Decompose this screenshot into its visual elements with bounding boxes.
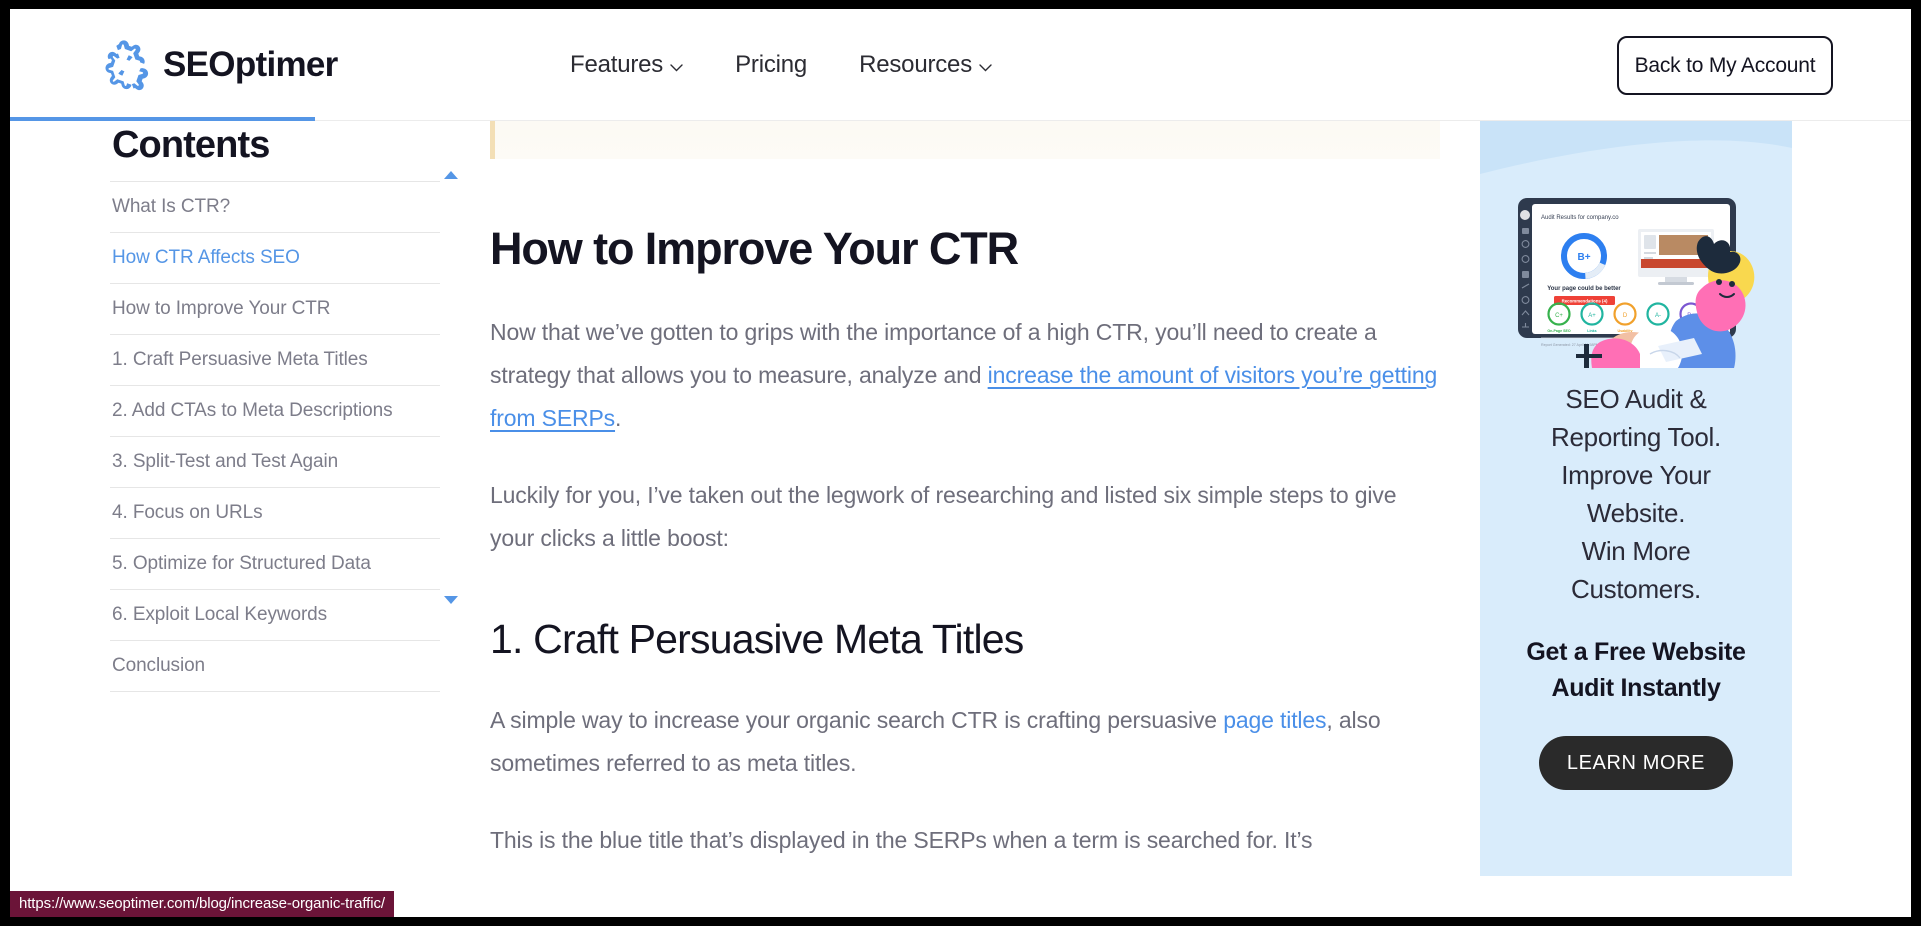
ad-headline: SEO Audit & Reporting Tool. Improve Your… [1551, 384, 1721, 604]
link-page-titles[interactable]: page titles [1223, 707, 1326, 733]
section-heading-how-to-improve-your-ctr: How to Improve Your CTR [490, 223, 1019, 274]
back-to-my-account-button[interactable]: Back to My Account [1617, 36, 1833, 95]
browser-viewport: SEOptimer Features Pricing Resources Bac… [10, 9, 1911, 917]
reading-progress-fill [10, 117, 315, 121]
svg-text:On-Page SEO: On-Page SEO [1547, 329, 1571, 333]
section-heading-craft-persuasive-meta-titles: 1. Craft Persuasive Meta Titles [490, 616, 1024, 662]
contents-heading: Contents [112, 124, 270, 166]
paragraph-six-steps: Luckily for you, I’ve taken out the legw… [490, 482, 1397, 551]
toc-item-how-to-improve-your-ctr[interactable]: How to Improve Your CTR [110, 283, 440, 334]
reading-progress-bar [10, 117, 1911, 121]
paragraph-meta-titles: A simple way to increase your organic se… [490, 699, 1440, 785]
chevron-down-icon [979, 64, 992, 72]
paragraph-blue-title: This is the blue title that’s displayed … [490, 827, 1313, 853]
paragraph-strategy-text-after: . [615, 405, 622, 431]
logo-wordmark: SEOptimer [163, 45, 338, 84]
svg-text:Audit Results for company.co: Audit Results for company.co [1541, 215, 1619, 221]
site-logo[interactable]: SEOptimer [98, 38, 338, 92]
svg-text:A-: A- [1655, 313, 1661, 319]
toc-item-conclusion[interactable]: Conclusion [110, 640, 440, 692]
paragraph-meta-titles-text-before: A simple way to increase your organic se… [490, 707, 1224, 733]
learn-more-button[interactable]: LEARN MORE [1539, 736, 1733, 790]
seoptimer-gear-logo-icon [105, 40, 149, 91]
page-body: Contents What Is CTR? How CTR Affects SE… [10, 81, 1911, 917]
toc-scroll-down-arrow-icon[interactable] [444, 596, 458, 604]
paragraph-strategy: Now that we’ve gotten to grips with the … [490, 311, 1440, 440]
toc-item-split-test-and-test-again[interactable]: 3. Split-Test and Test Again [110, 436, 440, 487]
primary-navigation: Features Pricing Resources [570, 9, 992, 121]
svg-text:D: D [1623, 313, 1628, 319]
ad-subheadline: Get a Free Website Audit Instantly [1526, 638, 1746, 702]
svg-text:Links: Links [1587, 329, 1596, 333]
seo-audit-dashboard-illustration: Audit Results for company.co B+ Your pag… [1480, 116, 1792, 368]
svg-text:C+: C+ [1555, 313, 1563, 319]
toc-scroll-up-arrow-icon[interactable] [444, 171, 458, 179]
svg-text:Recommendations (4): Recommendations (4) [1562, 299, 1608, 304]
svg-text:Your page could be better: Your page could be better [1547, 286, 1621, 292]
toc-item-how-ctr-affects-seo[interactable]: How CTR Affects SEO [110, 232, 440, 283]
toc-item-craft-persuasive-meta-titles[interactable]: 1. Craft Persuasive Meta Titles [110, 334, 440, 385]
toc-list: What Is CTR? How CTR Affects SEO How to … [110, 181, 440, 692]
nav-item-features[interactable]: Features [570, 51, 683, 79]
status-bar-link-preview: https://www.seoptimer.com/blog/increase-… [10, 891, 394, 917]
table-of-contents: Contents What Is CTR? How CTR Affects SE… [110, 121, 458, 692]
toc-item-exploit-local-keywords[interactable]: 6. Exploit Local Keywords [110, 589, 440, 640]
nav-label-features: Features [570, 51, 664, 78]
toc-item-what-is-ctr[interactable]: What Is CTR? [110, 181, 440, 232]
svg-text:B+: B+ [1577, 252, 1590, 263]
article-content: clicked results bubble toward the top. H… [490, 81, 1440, 862]
chevron-down-icon [670, 64, 683, 72]
sidebar-ad[interactable]: Audit Results for company.co B+ Your pag… [1480, 116, 1792, 876]
nav-label-resources: Resources [859, 51, 973, 78]
svg-text:A+: A+ [1588, 313, 1596, 319]
nav-item-pricing[interactable]: Pricing [735, 51, 807, 79]
nav-item-resources[interactable]: Resources [859, 51, 992, 79]
toc-item-optimize-for-structured-data[interactable]: 5. Optimize for Structured Data [110, 538, 440, 589]
toc-item-focus-on-urls[interactable]: 4. Focus on URLs [110, 487, 440, 538]
nav-label-pricing: Pricing [735, 51, 808, 78]
toc-item-add-ctas-to-meta-descriptions[interactable]: 2. Add CTAs to Meta Descriptions [110, 385, 440, 436]
site-header: SEOptimer Features Pricing Resources Bac… [10, 9, 1911, 121]
